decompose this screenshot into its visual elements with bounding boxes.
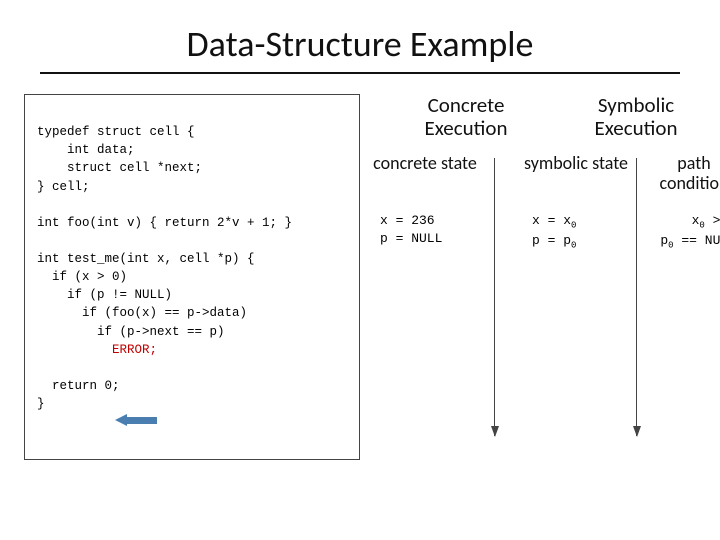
code-line-error: ERROR;	[37, 343, 157, 357]
code-line: int test_me(int x, cell *p) {	[37, 252, 255, 266]
vertical-arrow-icon	[636, 158, 637, 436]
code-line: }	[37, 397, 45, 411]
path-condition-heading: path condition	[644, 154, 720, 194]
code-line: typedef struct cell {	[37, 125, 195, 139]
path-condition-values: x0 > 0 p0 == NULL	[658, 212, 720, 252]
title-divider	[40, 72, 680, 74]
code-line: int foo(int v) { return 2*v + 1; }	[37, 216, 292, 230]
code-line: struct cell *next;	[37, 161, 202, 175]
code-line: return 0;	[37, 379, 120, 393]
concrete-state-values: x = 236 p = NULL	[380, 212, 442, 248]
concrete-execution-heading: Concrete Execution	[406, 94, 526, 140]
code-line: if (x > 0)	[37, 270, 127, 284]
code-line: } cell;	[37, 180, 90, 194]
symbolic-state-values: x = x0 p = p0	[532, 212, 576, 252]
code-line: int data;	[37, 143, 135, 157]
code-line: if (foo(x) == p->data)	[37, 306, 247, 320]
symbolic-execution-heading: Symbolic Execution	[566, 94, 706, 140]
execution-panel: Concrete Execution Symbolic Execution co…	[376, 94, 702, 460]
slide-title: Data-Structure Example	[0, 22, 720, 66]
slide: Data-Structure Example typedef struct ce…	[0, 22, 720, 540]
symbolic-state-heading: symbolic state	[521, 154, 631, 174]
code-line: if (p != NULL)	[37, 288, 172, 302]
code-line: if (p->next == p)	[37, 325, 225, 339]
return-arrow-icon	[115, 414, 157, 426]
content-row: typedef struct cell { int data; struct c…	[0, 94, 720, 460]
vertical-arrow-icon	[494, 158, 495, 436]
code-block: typedef struct cell { int data; struct c…	[24, 94, 360, 460]
concrete-state-heading: concrete state	[370, 154, 480, 174]
